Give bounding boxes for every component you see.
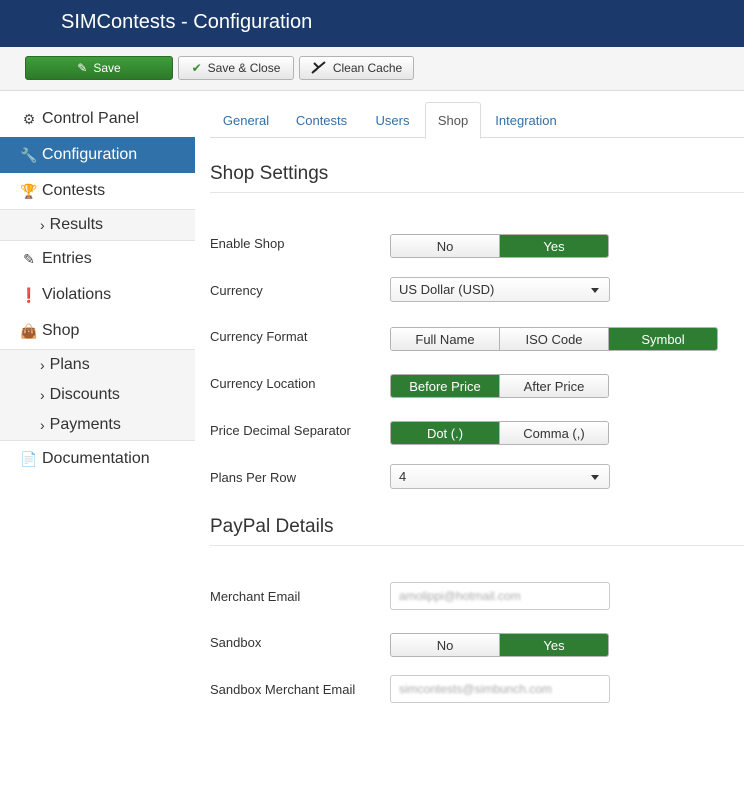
clean-cache-button[interactable]: Clean Cache (299, 56, 414, 80)
divider (210, 545, 744, 546)
sidebar-subitem-discounts[interactable]: › Discounts (0, 380, 195, 410)
currency-location-label: Currency Location (210, 376, 316, 391)
sidebar-item-label: Violations (42, 286, 112, 303)
merchant-email-input[interactable]: amolippi@hotmail.com (390, 582, 610, 610)
plans-per-row-label: Plans Per Row (210, 470, 296, 485)
chevron-right-icon: › (40, 357, 45, 373)
sidebar-item-contests[interactable]: 🏆 Contests (0, 173, 195, 209)
sidebar-item-entries[interactable]: ✎ Entries (0, 241, 195, 277)
sandbox-email-value: simcontests@simbunch.com (399, 682, 552, 696)
decimal-separator-toggle: Dot (.) Comma (,) (390, 421, 609, 445)
sidebar: ⚙ Control Panel 🔧 Configuration 🏆 Contes… (0, 101, 195, 477)
caret-down-icon (591, 475, 599, 480)
save-close-button[interactable]: ✔ Save & Close (178, 56, 294, 80)
currency-select[interactable]: US Dollar (USD) (390, 277, 610, 302)
chevron-right-icon: › (40, 387, 45, 403)
sidebar-subitem-label: Payments (49, 416, 121, 433)
tab-users[interactable]: Users (365, 102, 420, 138)
currency-format-symbol-option[interactable]: Symbol (609, 328, 717, 350)
check-icon: ✔ (191, 61, 202, 75)
gears-icon: ⚙ (22, 110, 36, 127)
clean-cache-label: Clean Cache (332, 61, 403, 75)
sidebar-item-label: Contests (42, 182, 106, 199)
sandbox-label: Sandbox (210, 635, 262, 650)
sidebar-item-control-panel[interactable]: ⚙ Control Panel (0, 101, 195, 137)
sidebar-subitem-label: Results (49, 216, 104, 233)
broom-icon (311, 60, 327, 76)
decimal-separator-comma-option[interactable]: Comma (,) (500, 422, 608, 444)
exclamation-circle-icon: ❗ (20, 286, 38, 303)
currency-location-before-option[interactable]: Before Price (391, 375, 500, 397)
sidebar-subitem-label: Plans (49, 356, 90, 373)
sandbox-toggle: No Yes (390, 633, 609, 657)
toolbar: ✎ Save ✔ Save & Close Clean Cache (0, 47, 744, 91)
trophy-icon: 🏆 (20, 182, 38, 199)
sandbox-email-label: Sandbox Merchant Email (210, 682, 356, 697)
enable-shop-yes-option[interactable]: Yes (500, 235, 608, 257)
edit-icon: ✎ (77, 61, 88, 75)
sidebar-subitem-label: Discounts (49, 386, 120, 403)
plans-per-row-select[interactable]: 4 (390, 464, 610, 489)
sidebar-subitem-results[interactable]: › Results (0, 210, 195, 240)
shopping-bag-icon: 👜 (20, 322, 38, 339)
caret-down-icon (591, 288, 599, 293)
currency-format-full-name-option[interactable]: Full Name (391, 328, 500, 350)
sidebar-item-label: Entries (42, 250, 92, 267)
divider (210, 192, 744, 193)
enable-shop-label: Enable Shop (210, 236, 285, 251)
sidebar-item-configuration[interactable]: 🔧 Configuration (0, 137, 195, 173)
tab-integration[interactable]: Integration (486, 102, 566, 138)
sandbox-yes-option[interactable]: Yes (500, 634, 608, 656)
paypal-details-heading: PayPal Details (210, 516, 334, 537)
save-close-label: Save & Close (207, 61, 281, 75)
sidebar-item-label: Control Panel (42, 110, 139, 127)
currency-format-label: Currency Format (210, 329, 308, 344)
currency-label: Currency (210, 283, 263, 298)
sidebar-item-violations[interactable]: ❗ Violations (0, 277, 195, 313)
enable-shop-toggle: No Yes (390, 234, 609, 258)
merchant-email-value: amolippi@hotmail.com (399, 589, 521, 603)
decimal-separator-dot-option[interactable]: Dot (.) (391, 422, 500, 444)
currency-format-toggle: Full Name ISO Code Symbol (390, 327, 718, 351)
edit-icon: ✎ (23, 250, 35, 267)
chevron-right-icon: › (40, 417, 45, 433)
contests-submenu: › Results (0, 209, 195, 241)
sidebar-subitem-payments[interactable]: › Payments (0, 410, 195, 440)
save-label: Save (93, 61, 121, 75)
page-title: SIMContests - Configuration (61, 11, 313, 33)
plans-per-row-value: 4 (399, 469, 407, 484)
sidebar-item-shop[interactable]: 👜 Shop (0, 313, 195, 349)
chevron-right-icon: › (40, 217, 45, 233)
tab-general[interactable]: General (210, 102, 282, 138)
shop-settings-heading: Shop Settings (210, 163, 329, 184)
app-header: SIMContests - Configuration (0, 0, 744, 47)
sandbox-no-option[interactable]: No (391, 634, 500, 656)
sidebar-item-label: Shop (42, 322, 80, 339)
shop-submenu: › Plans › Discounts › Payments (0, 349, 195, 441)
document-icon: 📄 (20, 450, 38, 467)
sandbox-email-input[interactable]: simcontests@simbunch.com (390, 675, 610, 703)
currency-format-iso-code-option[interactable]: ISO Code (500, 328, 609, 350)
sidebar-item-label: Configuration (42, 146, 138, 163)
save-button[interactable]: ✎ Save (25, 56, 173, 80)
currency-value: US Dollar (USD) (399, 282, 495, 297)
sidebar-item-documentation[interactable]: 📄 Documentation (0, 441, 195, 477)
tab-shop[interactable]: Shop (425, 102, 481, 139)
currency-location-toggle: Before Price After Price (390, 374, 609, 398)
enable-shop-no-option[interactable]: No (391, 235, 500, 257)
merchant-email-label: Merchant Email (210, 589, 301, 604)
sidebar-subitem-plans[interactable]: › Plans (0, 350, 195, 380)
currency-location-after-option[interactable]: After Price (500, 375, 608, 397)
tab-contests[interactable]: Contests (286, 102, 357, 138)
tab-bar: General Contests Users Shop Integration (210, 102, 744, 139)
sidebar-item-label: Documentation (42, 450, 150, 467)
decimal-separator-label: Price Decimal Separator (210, 423, 351, 438)
wrench-icon: 🔧 (20, 146, 38, 163)
